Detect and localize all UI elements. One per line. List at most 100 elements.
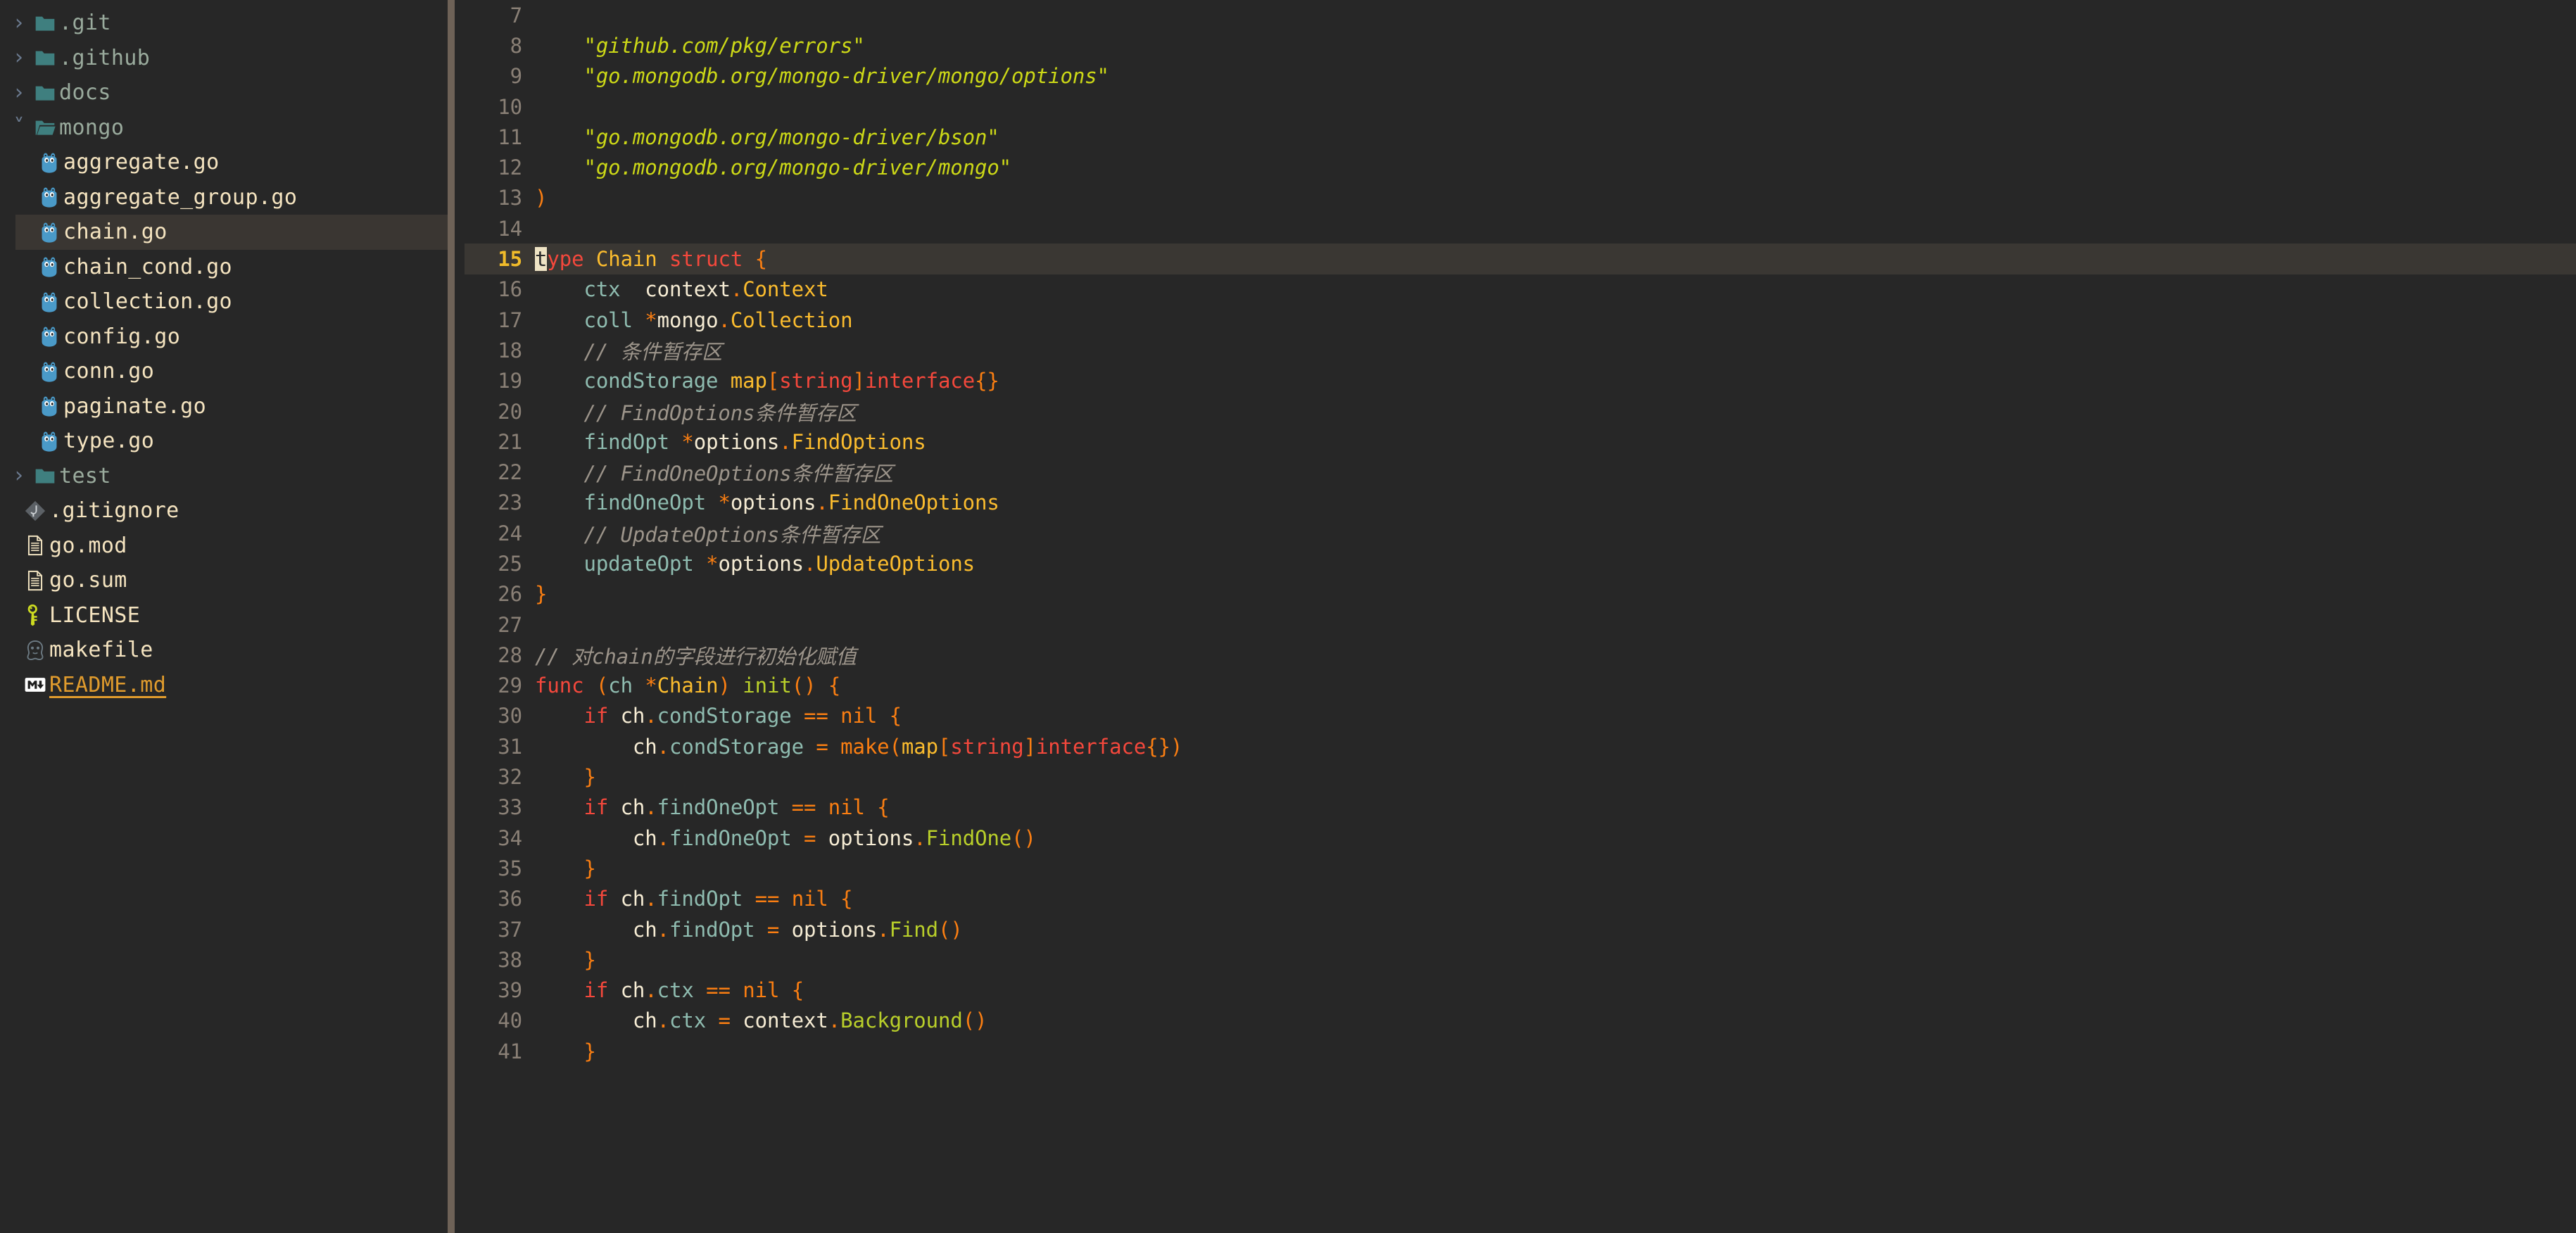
code-text: } <box>583 765 596 790</box>
code-line[interactable]: 29 func (ch *Chain) init() { <box>465 671 2576 701</box>
code-line[interactable]: 16 ctx context.Context <box>465 274 2576 305</box>
tree-item-label: README.md <box>49 672 167 697</box>
code-text: ) <box>535 186 548 210</box>
code-line[interactable]: 10 <box>465 91 2576 122</box>
tree-item-docs[interactable]: › docs <box>0 75 454 110</box>
tree-item-label: config.go <box>63 324 181 349</box>
tree-item-collection-go[interactable]: collection.go <box>0 284 454 320</box>
code-line[interactable]: 12 "go.mongodb.org/mongo-driver/mongo" <box>465 152 2576 182</box>
code-line[interactable]: 30 if ch.condStorage == nil { <box>465 701 2576 731</box>
code-line[interactable]: 36 if ch.findOpt == nil { <box>465 884 2576 914</box>
code-line[interactable]: 28 // 对chain的字段进行初始化赋值 <box>465 640 2576 670</box>
code-line[interactable]: 14 <box>465 213 2576 244</box>
code-line[interactable]: 41 } <box>465 1036 2576 1066</box>
go-gopher-icon <box>35 392 63 420</box>
folder-closed-icon <box>31 79 59 107</box>
tree-item-aggregate-group-go[interactable]: aggregate_group.go <box>0 180 454 215</box>
line-number: 22 <box>498 460 522 485</box>
tree-item-label: chain.go <box>63 220 168 245</box>
code-line[interactable]: 27 <box>465 609 2576 640</box>
line-number: 27 <box>498 612 522 637</box>
code-line[interactable]: 11 "go.mongodb.org/mongo-driver/bson" <box>465 122 2576 152</box>
chevron-right-icon[interactable]: › <box>7 82 31 103</box>
code-text: // UpdateOptions条件暂存区 <box>583 522 881 547</box>
code-line[interactable]: 37 ch.findOpt = options.Find() <box>465 914 2576 944</box>
sidebar-scrollbar[interactable] <box>448 0 455 1233</box>
go-gopher-icon <box>35 218 63 246</box>
line-number: 33 <box>498 795 522 820</box>
tree-item-label: .git <box>59 11 111 36</box>
code-text: "go.mongodb.org/mongo-driver/bson" <box>583 125 999 149</box>
tree-item-makefile[interactable]: makefile <box>0 633 454 668</box>
line-number: 41 <box>498 1039 522 1063</box>
tree-item-type-go[interactable]: type.go <box>0 424 454 459</box>
tree-item-mongo[interactable]: ˅ mongo <box>0 110 454 146</box>
go-gopher-icon <box>35 148 63 177</box>
code-text: } <box>535 582 548 607</box>
code-line[interactable]: 22 // FindOneOptions条件暂存区 <box>465 457 2576 487</box>
folder-closed-icon <box>31 44 59 72</box>
tree-item-config-go[interactable]: config.go <box>0 320 454 355</box>
code-line[interactable]: 31 ch.condStorage = make(map[string]inte… <box>465 731 2576 761</box>
code-line[interactable]: 26} <box>465 579 2576 609</box>
code-line[interactable]: 7 <box>465 0 2576 30</box>
code-text: } <box>583 1039 596 1063</box>
code-lines[interactable]: 78 "github.com/pkg/errors" 9 "go.mongodb.… <box>465 0 2576 1066</box>
go-gopher-icon <box>35 358 63 386</box>
chevron-right-icon[interactable]: › <box>7 12 31 34</box>
line-number: 15 <box>498 247 522 272</box>
go-gopher-icon <box>35 322 63 350</box>
code-line[interactable]: 21 findOpt *options.FindOptions <box>465 426 2576 457</box>
code-line[interactable]: 9 "go.mongodb.org/mongo-driver/mongo/opt… <box>465 61 2576 91</box>
code-line[interactable]: 25 updateOpt *options.UpdateOptions <box>465 548 2576 578</box>
key-icon <box>21 601 49 629</box>
code-line[interactable]: 35 } <box>465 853 2576 883</box>
code-line[interactable]: 18 // 条件暂存区 <box>465 335 2576 365</box>
tree-item-aggregate-go[interactable]: aggregate.go <box>0 145 454 180</box>
code-line[interactable]: 40 ch.ctx = context.Background() <box>465 1006 2576 1036</box>
tree-item-chain-go[interactable]: chain.go <box>0 215 454 250</box>
tree-item-go-mod[interactable]: go.mod <box>0 529 454 564</box>
code-text: ch.findOneOpt = options.FindOne() <box>632 826 1036 850</box>
code-editor[interactable]: 78 "github.com/pkg/errors" 9 "go.mongodb.… <box>465 0 2576 1233</box>
code-line[interactable]: 34 ch.findOneOpt = options.FindOne() <box>465 823 2576 853</box>
code-line[interactable]: 8 "github.com/pkg/errors" <box>465 30 2576 61</box>
code-text: "github.com/pkg/errors" <box>583 33 865 58</box>
tree-item-readme-md[interactable]: README.md <box>0 668 454 703</box>
line-number: 24 <box>498 521 522 545</box>
code-line[interactable]: 20 // FindOptions条件暂存区 <box>465 396 2576 426</box>
line-number: 37 <box>498 917 522 942</box>
code-line[interactable]: 33 if ch.findOneOpt == nil { <box>465 792 2576 823</box>
text-cursor: t <box>535 247 548 272</box>
code-text: ch.ctx = context.Background() <box>632 1008 987 1033</box>
code-line[interactable]: 38 } <box>465 944 2576 975</box>
tree-item-gitignore[interactable]: .gitignore <box>0 493 454 529</box>
tree-item-go-sum[interactable]: go.sum <box>0 563 454 598</box>
code-line[interactable]: 17 coll *mongo.Collection <box>465 305 2576 335</box>
line-number: 36 <box>498 887 522 911</box>
tree-item-git[interactable]: › .git <box>0 6 454 41</box>
chevron-down-icon[interactable]: ˅ <box>7 117 31 138</box>
file-tree[interactable]: › .git › .github › docs ˅ mongo aggregate.go aggr… <box>0 6 454 702</box>
code-line-current[interactable]: 15 type Chain struct { <box>465 244 2576 274</box>
tree-item-github[interactable]: › .github <box>0 41 454 76</box>
line-number: 29 <box>498 674 522 698</box>
code-line[interactable]: 19 condStorage map[string]interface{} <box>465 366 2576 396</box>
line-number: 17 <box>498 308 522 332</box>
line-number: 38 <box>498 947 522 972</box>
tree-item-chain-cond-go[interactable]: chain_cond.go <box>0 250 454 285</box>
tree-item-paginate-go[interactable]: paginate.go <box>0 389 454 424</box>
code-line[interactable]: 32 } <box>465 761 2576 792</box>
code-line[interactable]: 39 if ch.ctx == nil { <box>465 975 2576 1006</box>
tree-item-conn-go[interactable]: conn.go <box>0 354 454 389</box>
line-number: 21 <box>498 429 522 454</box>
tree-item-test[interactable]: › test <box>0 459 454 494</box>
tree-item-license[interactable]: LICENSE <box>0 598 454 633</box>
chevron-right-icon[interactable]: › <box>7 47 31 68</box>
code-line[interactable]: 13) <box>465 183 2576 213</box>
line-number: 39 <box>498 978 522 1003</box>
code-line[interactable]: 23 findOneOpt *options.FindOneOptions <box>465 488 2576 518</box>
chevron-right-icon[interactable]: › <box>7 465 31 486</box>
file-explorer-sidebar[interactable]: › .git › .github › docs ˅ mongo aggregate.go aggr… <box>0 0 455 1233</box>
code-line[interactable]: 24 // UpdateOptions条件暂存区 <box>465 518 2576 548</box>
